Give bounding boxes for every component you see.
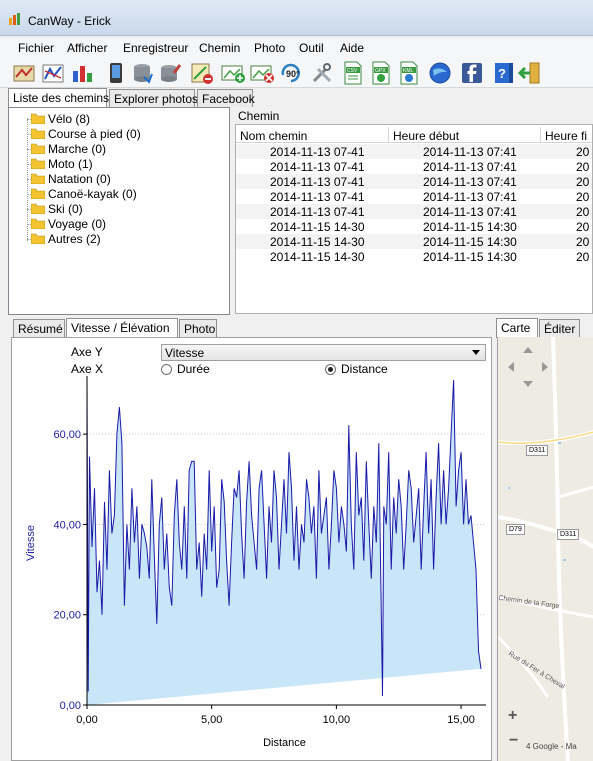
pan-right-icon [542, 362, 548, 372]
map-view[interactable]: D311 D311 D79 Chemin de la Forge Rue du … [497, 337, 593, 761]
x-tick-label: 0,00 [76, 714, 97, 726]
zoom-out-button[interactable]: − [509, 732, 518, 750]
pan-down-icon [523, 381, 533, 387]
pan-left-icon [508, 362, 514, 372]
y-tick-label: 0,00 [60, 700, 81, 712]
x-axis-label: Distance [263, 737, 306, 749]
x-tick-label: 15,00 [447, 714, 475, 726]
road-label-d311: D311 [526, 445, 549, 456]
map-attribution: 4 Google - Ma [526, 742, 577, 751]
y-tick-label: 40,00 [53, 519, 81, 531]
x-tick-label: 10,00 [323, 714, 351, 726]
x-tick-label: 5,00 [201, 714, 222, 726]
y-tick-label: 20,00 [53, 610, 81, 622]
tab-carte[interactable]: Carte [496, 318, 538, 338]
map-roads [498, 337, 593, 761]
road-label-d79: D79 [506, 524, 525, 535]
zoom-in-button[interactable]: + [508, 707, 517, 725]
y-tick-label: 60,00 [53, 429, 81, 441]
map-pan-control[interactable] [504, 343, 552, 391]
y-axis-label: Vitesse [25, 525, 37, 561]
pan-up-icon [523, 347, 533, 353]
tab-editer[interactable]: Éditer [539, 319, 580, 337]
road-label-d311: D311 [557, 529, 580, 540]
